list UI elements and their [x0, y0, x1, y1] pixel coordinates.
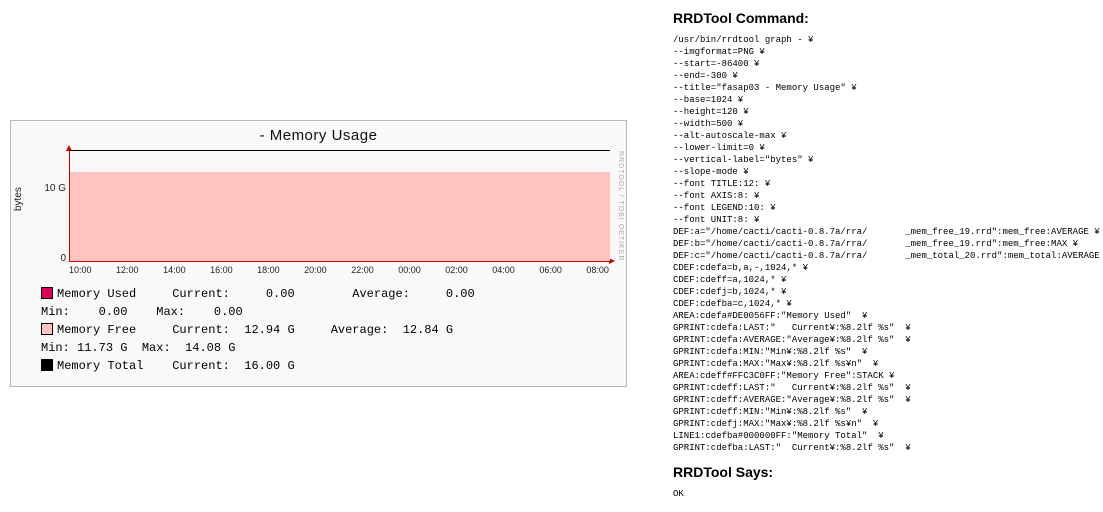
swatch-memory-used-icon — [41, 287, 53, 299]
y-tick-10g: 10 G — [36, 183, 66, 194]
x-tick: 00:00 — [398, 265, 421, 275]
x-tick: 20:00 — [304, 265, 327, 275]
legend-free-label: Memory Free — [57, 323, 136, 337]
x-tick: 02:00 — [445, 265, 468, 275]
line-memory-total — [70, 150, 610, 151]
x-tick: 10:00 — [69, 265, 92, 275]
free-memory-dip — [459, 165, 535, 172]
legend-free-min: 11.73 G — [77, 341, 127, 355]
rrdtool-says-output: OK — [673, 488, 1093, 500]
x-tick: 06:00 — [539, 265, 562, 275]
swatch-memory-total-icon — [41, 359, 53, 371]
legend-used-average: 0.00 — [446, 287, 475, 301]
memory-usage-graph: - Memory Usage RRDTOOL / TOBI OETIKER by… — [10, 120, 627, 387]
legend-free-current: 12.94 G — [244, 323, 294, 337]
legend-used-label: Memory Used — [57, 287, 136, 301]
x-axis-ticks: 10:00 12:00 14:00 16:00 18:00 20:00 22:0… — [69, 265, 609, 275]
legend-free-average: 12.84 G — [403, 323, 453, 337]
x-tick: 12:00 — [116, 265, 139, 275]
x-tick: 22:00 — [351, 265, 374, 275]
legend-used-current: 0.00 — [266, 287, 295, 301]
y-axis-label: bytes — [13, 187, 24, 211]
swatch-memory-free-icon — [41, 323, 53, 335]
chart-title: - Memory Usage — [11, 121, 626, 144]
plot-area — [69, 151, 610, 262]
legend-used-min: 0.00 — [99, 305, 128, 319]
legend-total-current: 16.00 G — [244, 359, 294, 373]
x-tick: 14:00 — [163, 265, 186, 275]
legend-total-label: Memory Total — [57, 359, 143, 373]
legend-used-max: 0.00 — [214, 305, 243, 319]
rrdtool-command-text: /usr/bin/rrdtool graph - ¥ --imgformat=P… — [673, 34, 1093, 454]
rrdtool-watermark: RRDTOOL / TOBI OETIKER — [617, 151, 624, 261]
x-tick: 18:00 — [257, 265, 280, 275]
y-tick-0: 0 — [36, 253, 66, 264]
x-tick: 16:00 — [210, 265, 233, 275]
x-tick: 08:00 — [586, 265, 609, 275]
rrdtool-says-heading: RRDTool Says: — [673, 464, 1093, 480]
legend-free-max: 14.08 G — [185, 341, 235, 355]
chart-legend: Memory Used Current: 0.00 Average: 0.00 … — [41, 285, 475, 375]
rrdtool-command-heading: RRDTool Command: — [673, 10, 1093, 26]
x-tick: 04:00 — [492, 265, 515, 275]
area-memory-free — [70, 172, 610, 261]
